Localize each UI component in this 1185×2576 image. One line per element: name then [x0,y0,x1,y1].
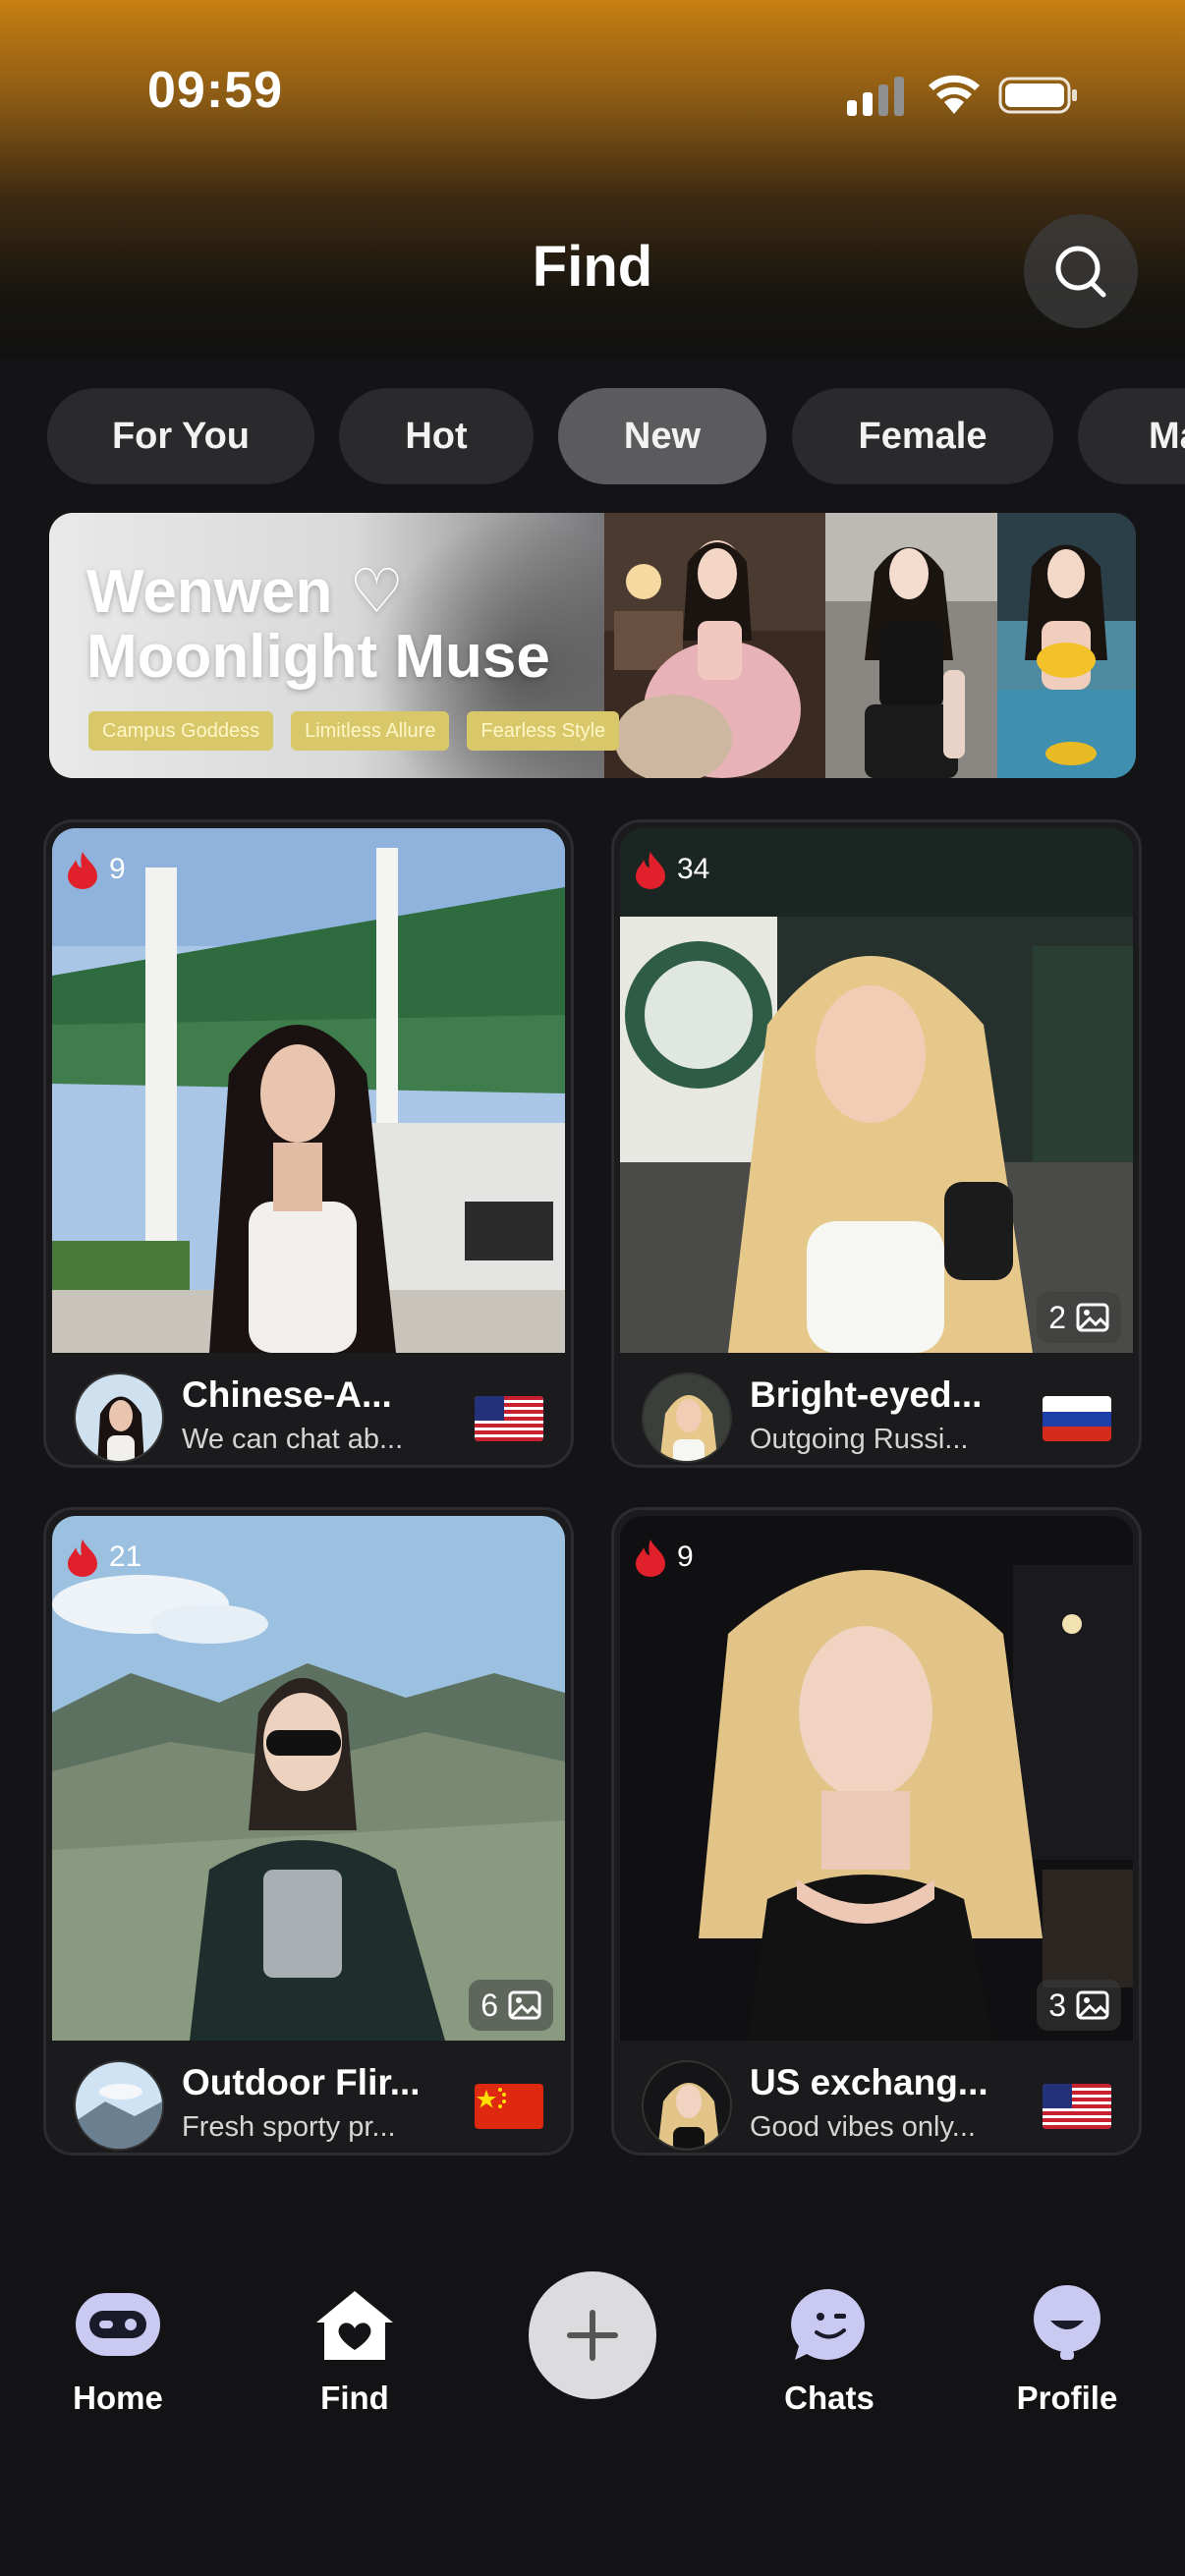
nav-profile-label: Profile [1016,2380,1118,2416]
card-subtitle: We can chat ab... [182,1424,404,1455]
promo-banner[interactable]: Wenwen ♡ Moonlight Muse Campus Goddess L… [49,513,1136,778]
nav-chats-label: Chats [784,2380,875,2416]
card-photo: 21 6 [52,1516,565,2041]
ru-flag-icon [1043,1396,1111,1441]
photo-count: 2 [1048,1299,1066,1335]
nav-find[interactable]: Find [266,2161,443,2417]
gamepad-icon [76,2293,160,2356]
card-info: Chinese-A... We can chat ab... [46,1353,571,1465]
flame-icon [68,852,97,889]
flame-icon [636,852,665,889]
cellular-signal-icon [847,77,904,116]
us-flag-icon [1043,2084,1111,2129]
card-subtitle: Fresh sporty pr... [182,2111,396,2143]
flame-icon [636,1540,665,1577]
avatar [642,2060,732,2151]
tab-for-you[interactable]: For You [47,388,314,484]
search-button[interactable] [1024,214,1138,328]
nav-find-label: Find [320,2380,389,2416]
heat-count: 21 [109,1540,142,1573]
heat-count: 9 [677,1540,694,1573]
image-icon [1076,1303,1109,1332]
heat-count: 34 [677,853,710,885]
card-photo: 9 [52,828,565,1353]
wifi-icon [929,75,980,114]
search-icon [1055,246,1106,298]
tab-hot[interactable]: Hot [339,388,534,484]
tab-new[interactable]: New [558,388,766,484]
banner-photo-3 [997,513,1136,778]
banner-tag-campus-goddess: Campus Goddess [88,711,274,751]
card-subtitle: Outgoing Russi... [750,1424,969,1455]
profile-card[interactable]: 21 6 Outdoor Flir... Fresh sporty pr... [43,1507,574,2156]
profile-card[interactable]: 9 Chinese-A... We can chat ab... [43,819,574,1468]
image-icon [1076,1990,1109,2020]
nav-home[interactable]: Home [29,2161,206,2417]
photo-count: 6 [480,1987,498,2023]
photo-count: 3 [1048,1987,1066,2023]
create-button[interactable] [529,2271,656,2399]
card-name: Bright-eyed... [750,1374,983,1415]
banner-tag-fearless-style: Fearless Style [467,711,620,751]
photo-count-badge: 3 [1037,1980,1121,2031]
tab-male[interactable]: Ma [1078,388,1185,484]
heat-indicator: 9 [66,850,126,889]
photo-count-badge: 2 [1037,1292,1121,1343]
profile-card[interactable]: 9 3 US exchang... Good vibes only... [611,1507,1142,2156]
card-name: Outdoor Flir... [182,2062,421,2102]
card-photo-image [52,828,565,1353]
status-bar: 09:59 [0,0,1185,187]
card-name: US exchang... [750,2062,988,2102]
nav-chats[interactable]: Chats [741,2161,918,2417]
heat-count: 9 [109,853,126,885]
avatar [74,2060,164,2151]
card-name: Chinese-A... [182,1374,392,1415]
heat-indicator: 21 [66,1538,141,1577]
card-info: Outdoor Flir... Fresh sporty pr... [46,2041,571,2153]
page-title: Find [532,235,653,299]
us-flag-icon [475,1396,543,1441]
banner-photo-2 [825,513,997,778]
battery-icon [998,77,1077,114]
photo-count-badge: 6 [469,1980,553,2031]
card-photo-image [52,1516,565,2041]
card-subtitle: Good vibes only... [750,2111,976,2143]
plus-icon [567,2310,618,2361]
card-info: US exchang... Good vibes only... [614,2041,1139,2153]
find-screen: 09:59 Find For You Hot New Female M Wenw… [0,0,1185,2576]
card-photo-image [620,1516,1133,2041]
banner-title-line1: Wenwen ♡ [86,558,405,626]
tab-female[interactable]: Female [792,388,1053,484]
banner-photo-1 [604,513,825,778]
bottom-nav: Home Find Chats Profile [0,2161,1185,2576]
banner-tag-limitless-allure: Limitless Allure [291,711,450,751]
heat-indicator: 34 [634,850,709,889]
status-time: 09:59 [147,62,283,119]
banner-title: Wenwen ♡ Moonlight Muse [86,560,550,690]
card-info: Bright-eyed... Outgoing Russi... [614,1353,1139,1465]
nav-profile[interactable]: Profile [979,2161,1156,2417]
card-photo-image [620,828,1133,1353]
avatar [74,1372,164,1463]
profile-icon [1034,2285,1100,2360]
heat-indicator: 9 [634,1538,694,1577]
avatar [642,1372,732,1463]
flame-icon [68,1540,97,1577]
card-photo: 34 2 [620,828,1133,1353]
cn-flag-icon [475,2084,543,2129]
nav-home-label: Home [73,2380,163,2416]
card-photo: 9 3 [620,1516,1133,2041]
profile-card[interactable]: 34 2 Bright-eyed... Outgoing Russi... [611,819,1142,1468]
home-heart-icon [316,2291,393,2360]
category-tabs: For You Hot New Female Ma [0,388,1185,486]
image-icon [508,1990,541,2020]
banner-title-line2: Moonlight Muse [86,623,550,691]
banner-tags: Campus Goddess Limitless Allure Fearless… [88,711,620,751]
chat-bubble-icon [791,2288,865,2360]
